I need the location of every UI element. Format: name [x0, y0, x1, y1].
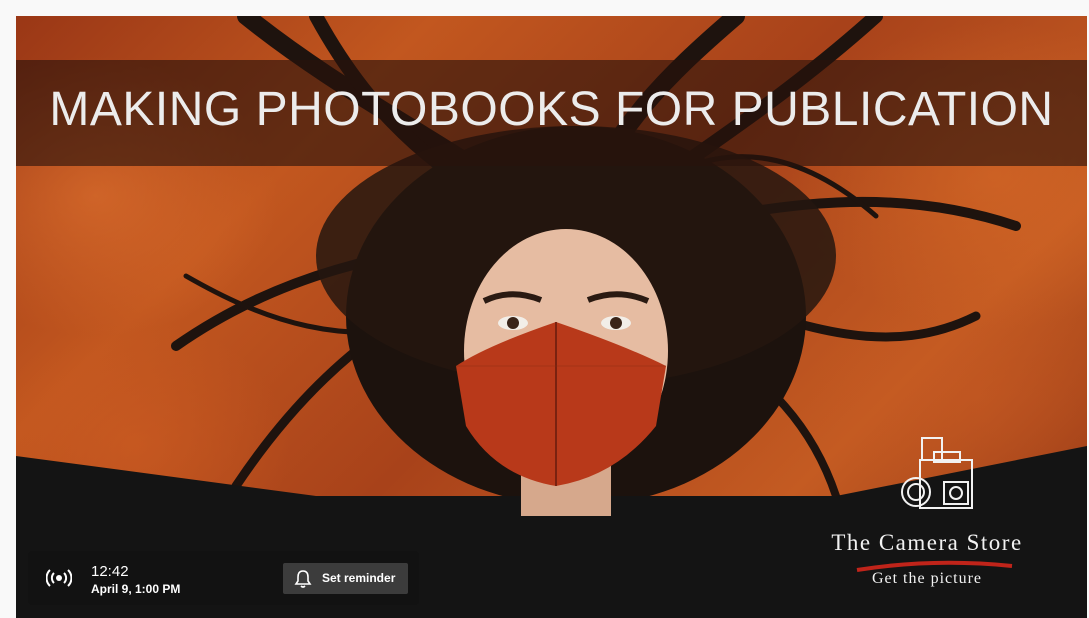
logo-tagline: Get the picture: [871, 570, 983, 587]
set-reminder-label: Set reminder: [322, 571, 396, 585]
countdown-time: 12:42: [91, 563, 129, 580]
camera-store-logo: The Camera Store Get the picture: [812, 430, 1042, 600]
live-broadcast-icon: [46, 569, 72, 587]
scheduled-date: April 9, 1:00 PM: [91, 582, 181, 596]
upcoming-stream-overlay: 12:42 April 9, 1:00 PM Set reminder: [28, 551, 419, 605]
logo-name: The Camera Store: [831, 530, 1023, 555]
set-reminder-button[interactable]: Set reminder: [283, 563, 408, 594]
video-thumbnail[interactable]: MAKING PHOTOBOOKS FOR PUBLICATION The Ca…: [16, 16, 1087, 618]
thumbnail-title: MAKING PHOTOBOOKS FOR PUBLICATION: [49, 83, 1054, 136]
camera-icon: [901, 437, 973, 509]
bell-icon: [294, 570, 312, 588]
